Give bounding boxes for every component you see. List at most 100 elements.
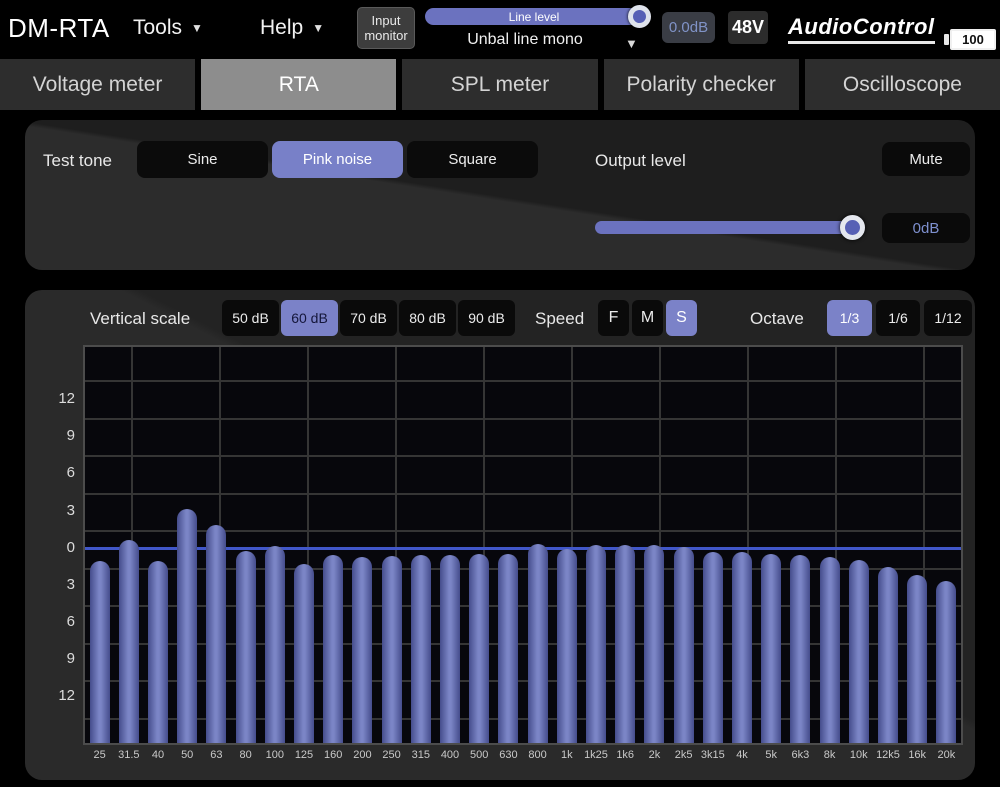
octave-label: Octave (750, 309, 804, 329)
rta-bar (528, 544, 548, 745)
help-menu-label: Help (260, 16, 303, 39)
output-level-slider-knob[interactable] (840, 215, 865, 240)
main-tabs: Voltage meter RTA SPL meter Polarity che… (0, 59, 1000, 110)
rta-bar (440, 555, 460, 745)
dm-rta-app: DM-RTA Tools▼ Help ▼ Input monitor Line l… (0, 0, 1000, 787)
rta-bar (236, 551, 256, 745)
rta-bar (878, 567, 898, 745)
help-menu[interactable]: Help ▼ (260, 16, 324, 40)
input-source-value[interactable]: Unbal line mono (425, 31, 625, 49)
chevron-down-icon: ▼ (312, 21, 324, 35)
y-tick-label: 12 (35, 687, 75, 704)
h-gridline (85, 418, 961, 420)
rta-plot (83, 345, 963, 745)
rta-panel: Vertical scale 50 dB 60 dB 70 dB 80 dB 9… (25, 290, 975, 780)
rta-bar (177, 509, 197, 745)
rta-bar (148, 561, 168, 745)
rta-bar (732, 552, 752, 745)
octave-twelfth-button[interactable]: 1/12 (924, 300, 972, 336)
audiocontrol-logo: AudioControl (788, 14, 935, 44)
output-level-label: Output level (595, 151, 686, 171)
app-title: DM-RTA (8, 13, 110, 44)
y-tick-label: 6 (35, 464, 75, 481)
h-gridline (85, 380, 961, 382)
rta-bar (615, 545, 635, 745)
test-tone-pink-noise-button[interactable]: Pink noise (272, 141, 403, 178)
speed-fast-button[interactable]: F (598, 300, 629, 336)
rta-y-axis: 12 9 6 3 0 3 6 9 12 (33, 345, 79, 745)
rta-bar (790, 555, 810, 745)
rta-bar (411, 555, 431, 745)
test-tone-panel: Test tone Sine Pink noise Square Output … (25, 120, 975, 270)
rta-bar (265, 546, 285, 745)
battery-icon (944, 34, 949, 45)
rta-bar (820, 557, 840, 745)
tab-oscilloscope[interactable]: Oscilloscope (805, 59, 1000, 110)
rta-bar (703, 552, 723, 745)
output-level-value: 0dB (882, 213, 970, 243)
y-tick-label: 6 (35, 613, 75, 630)
output-level-slider[interactable] (595, 221, 863, 234)
rta-bar (936, 581, 956, 745)
speed-label: Speed (535, 309, 584, 329)
battery-percent: 100 (950, 29, 996, 50)
rta-bar (206, 525, 226, 745)
vscale-70db-button[interactable]: 70 dB (340, 300, 397, 336)
h-gridline (85, 493, 961, 495)
line-level-label: Line level (509, 10, 560, 24)
line-level-slider[interactable]: Line level (425, 8, 643, 25)
vscale-80db-button[interactable]: 80 dB (399, 300, 456, 336)
tab-rta[interactable]: RTA (201, 59, 396, 110)
y-tick-label: 9 (35, 650, 75, 667)
rta-bar (323, 555, 343, 745)
test-tone-label: Test tone (43, 151, 112, 171)
y-tick-label: 3 (35, 576, 75, 593)
topbar: DM-RTA Tools▼ Help ▼ Input monitor Line l… (0, 0, 1000, 57)
line-level-slider-knob[interactable] (628, 5, 651, 28)
chevron-down-icon: ▼ (191, 21, 203, 35)
y-tick-label: 3 (35, 502, 75, 519)
test-tone-square-button[interactable]: Square (407, 141, 538, 178)
h-gridline (85, 455, 961, 457)
vscale-50db-button[interactable]: 50 dB (222, 300, 279, 336)
tab-spl-meter[interactable]: SPL meter (402, 59, 597, 110)
mute-button[interactable]: Mute (882, 142, 970, 176)
input-monitor-button[interactable]: Input monitor (357, 7, 415, 49)
tools-menu[interactable]: Tools▼ (133, 16, 203, 40)
rta-x-axis: 2531.54050638010012516020025031540050063… (83, 749, 963, 769)
speed-slow-button[interactable]: S (666, 300, 697, 336)
rta-bar (90, 561, 110, 745)
rta-bar (352, 557, 372, 745)
vscale-60db-button[interactable]: 60 dB (281, 300, 338, 336)
y-tick-label: 0 (35, 539, 75, 556)
line-level-group: Line level Unbal line mono ▼ (425, 6, 653, 54)
y-tick-label: 9 (35, 427, 75, 444)
rta-bar (761, 554, 781, 745)
rta-bar (907, 575, 927, 745)
tab-polarity-checker[interactable]: Polarity checker (604, 59, 799, 110)
input-monitor-label-line1: Input (372, 13, 401, 28)
input-monitor-label-line2: monitor (364, 28, 407, 43)
rta-bar (586, 545, 606, 745)
phantom-power-badge: 48V (728, 11, 768, 44)
level-db-readout: 0.0dB (662, 12, 715, 43)
vertical-scale-label: Vertical scale (90, 309, 190, 329)
x-tick-label: 20k (924, 749, 968, 761)
vscale-90db-button[interactable]: 90 dB (458, 300, 515, 336)
tab-voltage-meter[interactable]: Voltage meter (0, 59, 195, 110)
chevron-down-icon[interactable]: ▼ (625, 36, 638, 51)
rta-bar (294, 564, 314, 745)
octave-third-button[interactable]: 1/3 (827, 300, 872, 336)
rta-bar (644, 545, 664, 745)
y-tick-label: 12 (35, 390, 75, 407)
rta-bar (382, 556, 402, 745)
speed-medium-button[interactable]: M (632, 300, 663, 336)
rta-bar (469, 554, 489, 745)
rta-bar (849, 560, 869, 745)
test-tone-sine-button[interactable]: Sine (137, 141, 268, 178)
battery-status: 100 (950, 0, 1000, 57)
octave-sixth-button[interactable]: 1/6 (876, 300, 920, 336)
rta-bar (557, 549, 577, 745)
rta-bar (119, 540, 139, 745)
rta-bar (498, 554, 518, 745)
